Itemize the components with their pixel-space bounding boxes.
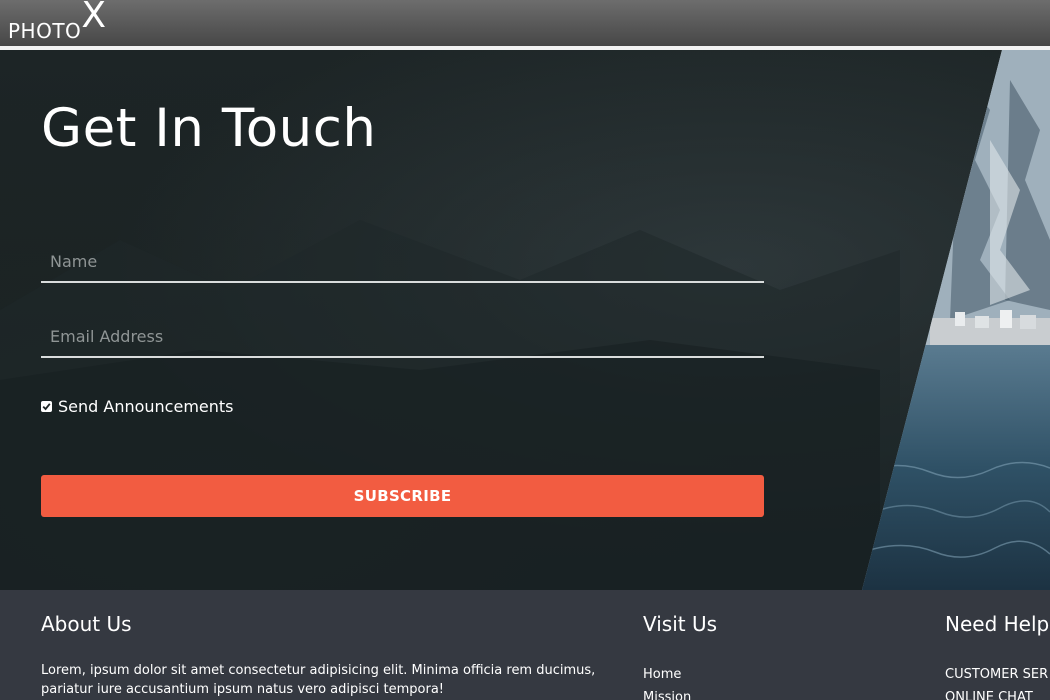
top-navbar: PHOTOX xyxy=(0,0,1050,46)
name-field[interactable] xyxy=(41,241,764,283)
footer-link-home[interactable]: Home xyxy=(643,663,691,686)
footer: About Us Lorem, ipsum dolor sit amet con… xyxy=(0,590,1050,700)
photox-logo[interactable]: PHOTOX xyxy=(8,0,106,41)
visit-us-heading: Visit Us xyxy=(643,612,718,636)
announcements-label: Send Announcements xyxy=(58,396,234,416)
need-help-heading: Need Help xyxy=(945,612,1050,636)
page-title: Get In Touch xyxy=(41,98,377,159)
email-field[interactable] xyxy=(41,316,764,358)
logo-x: X xyxy=(81,0,106,36)
announcements-option[interactable]: Send Announcements xyxy=(41,394,234,418)
email-input[interactable] xyxy=(41,316,764,356)
announcements-checkbox[interactable] xyxy=(41,400,52,412)
footer-link-mission[interactable]: Mission xyxy=(643,686,691,700)
about-us-heading: About Us xyxy=(41,612,132,636)
footer-link-online-chat[interactable]: ONLINE CHAT xyxy=(945,686,1048,700)
name-input[interactable] xyxy=(41,241,764,281)
logo-text: PHOTO xyxy=(8,19,82,43)
about-us-text: Lorem, ipsum dolor sit amet consectetur … xyxy=(41,663,596,697)
footer-link-customer-service[interactable]: CUSTOMER SER xyxy=(945,663,1048,686)
need-help-links: CUSTOMER SER ONLINE CHAT xyxy=(945,663,1048,700)
checkmark-icon xyxy=(42,402,51,410)
visit-us-links: Home Mission xyxy=(643,663,691,700)
subscribe-button[interactable]: SUBSCRIBE xyxy=(41,475,764,517)
get-in-touch-section: Get In Touch Send Announcements SUBSCRIB… xyxy=(0,50,1050,590)
